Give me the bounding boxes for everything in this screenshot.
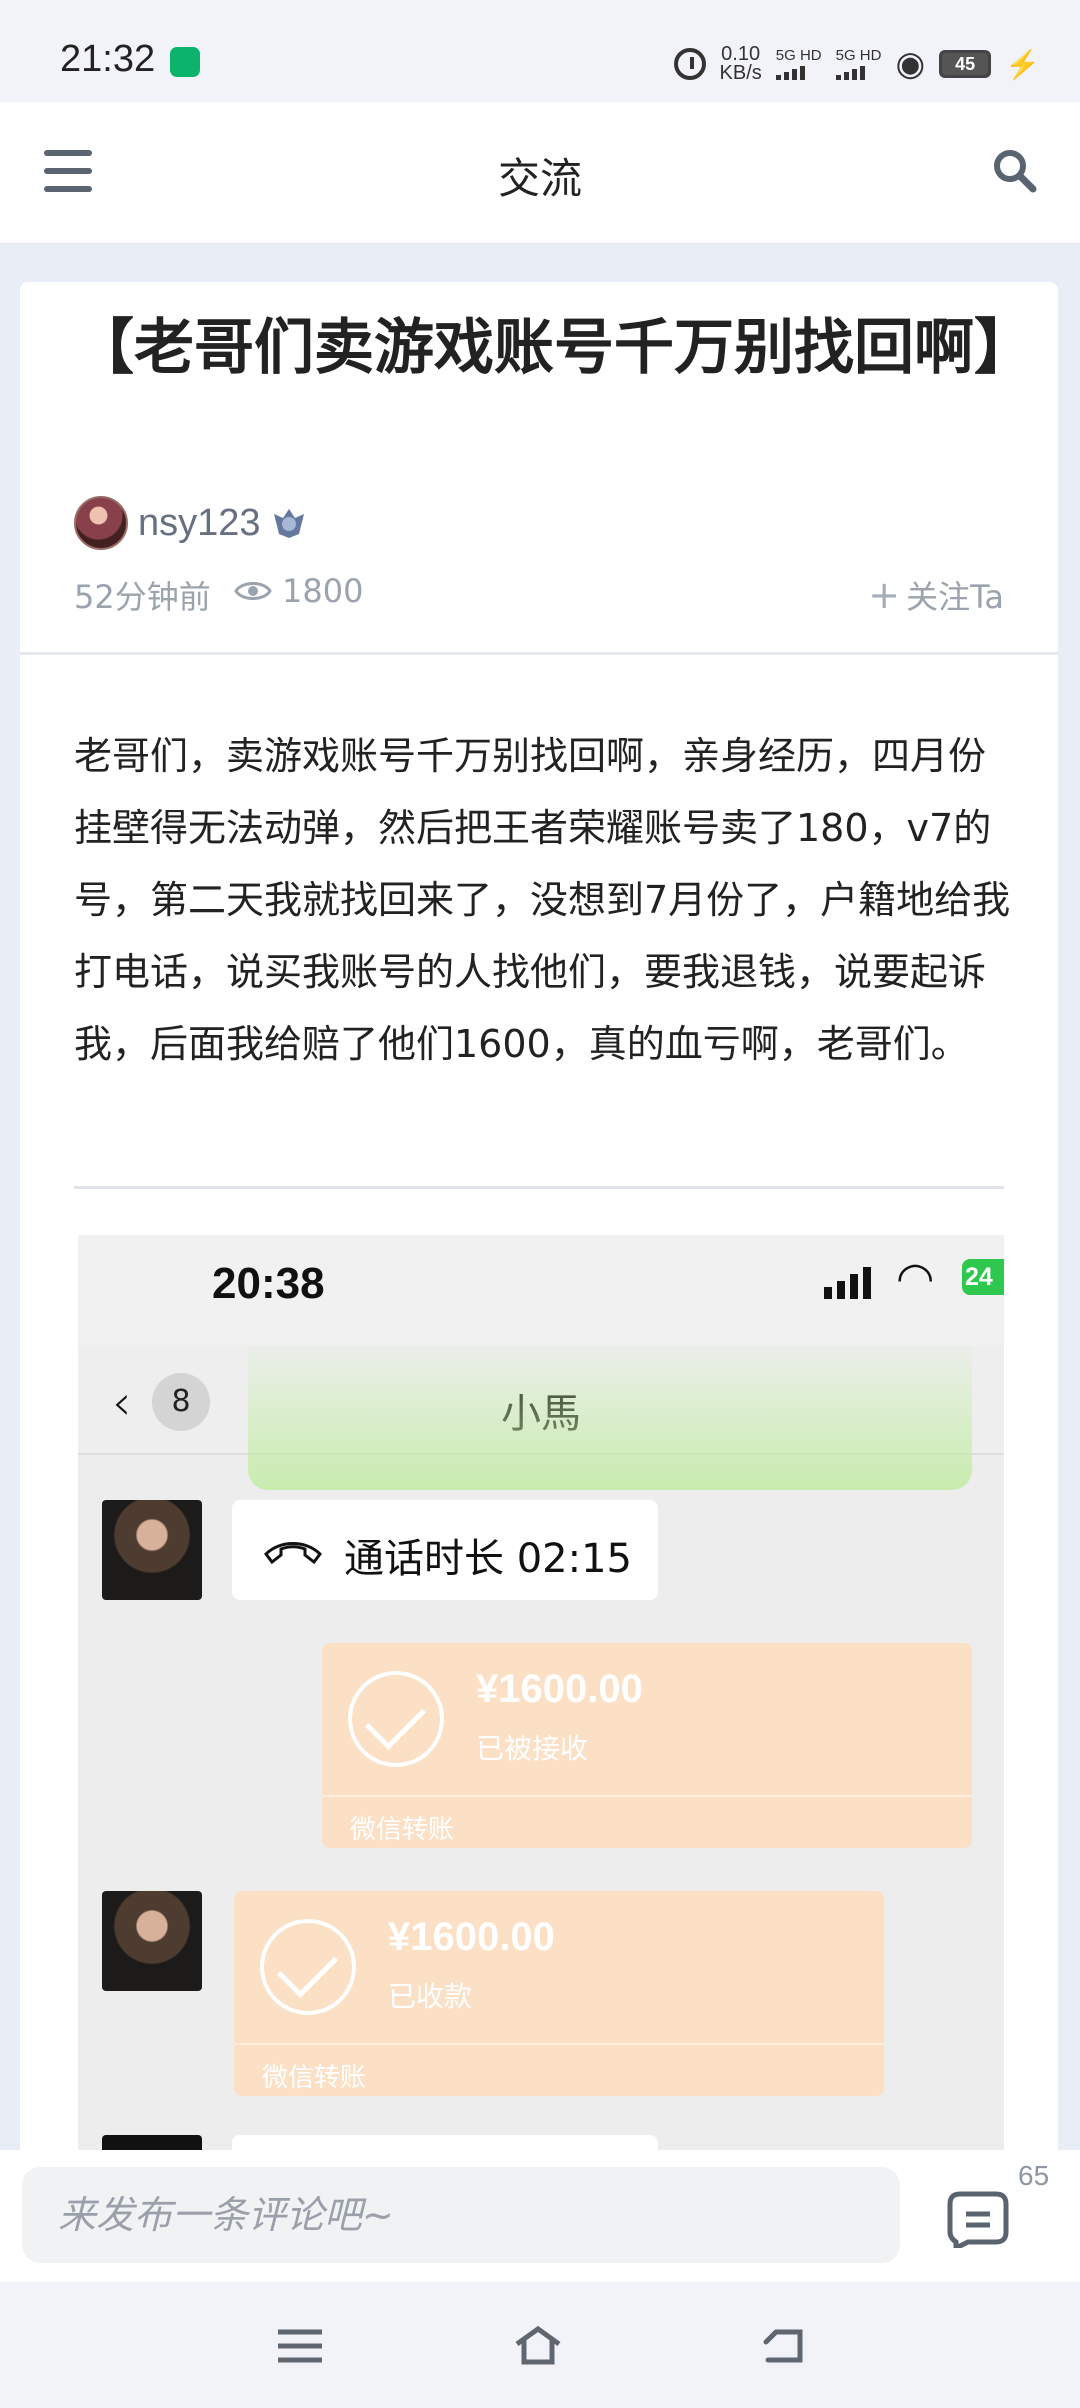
contact-avatar: [102, 1500, 202, 1600]
divider: [20, 652, 1058, 655]
comment-input[interactable]: 来发布一条评论吧~: [22, 2167, 900, 2263]
embedded-signal-icon: [824, 1265, 871, 1299]
check-icon: [348, 1671, 444, 1767]
status-time: 21:32: [60, 38, 156, 80]
status-indicators: 0.10 KB/s 5G HD 5G HD ◉ 45 ⚡: [673, 36, 1040, 92]
page-title: 交流: [497, 154, 582, 203]
network-speed: 0.10 KB/s: [719, 43, 762, 84]
post-time: 52分钟前: [74, 578, 211, 616]
post-card: 【老哥们卖游戏账号千万别找回啊】 nsy123 52分钟前 1800 + 关注T…: [20, 282, 1058, 2162]
follow-button[interactable]: + 关注Ta: [868, 572, 1004, 618]
embedded-chat-screenshot[interactable]: 20:38 ◠ 24 ‹ 8 小馬 通话时长 02:15 ¥1600.00 已被…: [78, 1235, 1004, 2162]
plus-icon: +: [868, 573, 901, 617]
transfer-amount: ¥1600.00: [388, 1915, 555, 1959]
alarm-icon: [673, 48, 706, 80]
call-duration: 通话时长 02:15: [344, 1536, 632, 1582]
embedded-status-bar: 20:38 ◠ 24: [78, 1235, 1004, 1345]
app-notification-icon: [170, 47, 200, 77]
signal-bars-icon-2: [835, 64, 882, 80]
comment-count: 65: [1018, 2160, 1050, 2191]
signal-2: 5G HD: [835, 48, 882, 80]
signal-bars-icon: [775, 64, 822, 80]
top-app-bar: 交流: [0, 102, 1080, 244]
wifi-icon: ◉: [895, 45, 926, 83]
phone-icon: [264, 1542, 322, 1565]
transfer-status: 已被接收: [476, 1732, 589, 1765]
contact-avatar-2: [102, 1891, 202, 1991]
call-message: 通话时长 02:15: [232, 1500, 658, 1600]
system-navigation-bar: [0, 2282, 1080, 2408]
view-count: 1800: [234, 572, 363, 610]
back-icon[interactable]: [756, 2324, 808, 2368]
wechat-transfer-label: 微信转账: [350, 1815, 455, 1845]
post-meta: 52分钟前 1800 + 关注Ta: [74, 572, 1004, 616]
author-avatar[interactable]: [74, 496, 128, 550]
check-icon: [260, 1919, 356, 2015]
embedded-time: 20:38: [212, 1259, 325, 1308]
transfer-message-received: ¥1600.00 已收款 微信转账: [234, 1891, 884, 2096]
transfer-divider: [234, 2043, 884, 2045]
transfer-status: 已收款: [388, 1980, 473, 2013]
eye-icon: [234, 582, 272, 600]
post-body: 老哥们，卖游戏账号千万别找回啊，亲身经历，四月份挂壁得无法动弹，然后把王者荣耀账…: [74, 734, 1011, 1066]
post-title: 【老哥们卖游戏账号千万别找回啊】: [74, 313, 1034, 383]
search-icon[interactable]: [990, 146, 1038, 194]
transfer-amount: ¥1600.00: [476, 1667, 643, 1711]
level-badge-icon: [273, 509, 304, 538]
embedded-battery: 24: [962, 1259, 1004, 1295]
battery-icon: 45: [939, 50, 992, 78]
comment-bar: 来发布一条评论吧~ 65: [0, 2150, 1080, 2282]
embedded-wifi-icon: ◠: [896, 1253, 935, 1304]
transfer-divider: [322, 1795, 972, 1797]
recent-apps-icon[interactable]: [274, 2324, 326, 2368]
charging-icon: ⚡: [1005, 48, 1040, 80]
author-name[interactable]: nsy123: [138, 502, 261, 545]
status-bar: 21:32 0.10 KB/s 5G HD 5G HD ◉ 45 ⚡: [0, 0, 1080, 102]
comment-icon[interactable]: [946, 2190, 1010, 2248]
home-icon[interactable]: [512, 2324, 564, 2368]
transfer-message-sent: ¥1600.00 已被接收 微信转账: [322, 1643, 972, 1848]
green-highlight: [248, 1345, 972, 1490]
signal-1: 5G HD: [775, 48, 822, 80]
content-divider: [74, 1186, 1004, 1189]
author-row[interactable]: nsy123: [74, 496, 307, 550]
wechat-transfer-label: 微信转账: [262, 2063, 367, 2093]
